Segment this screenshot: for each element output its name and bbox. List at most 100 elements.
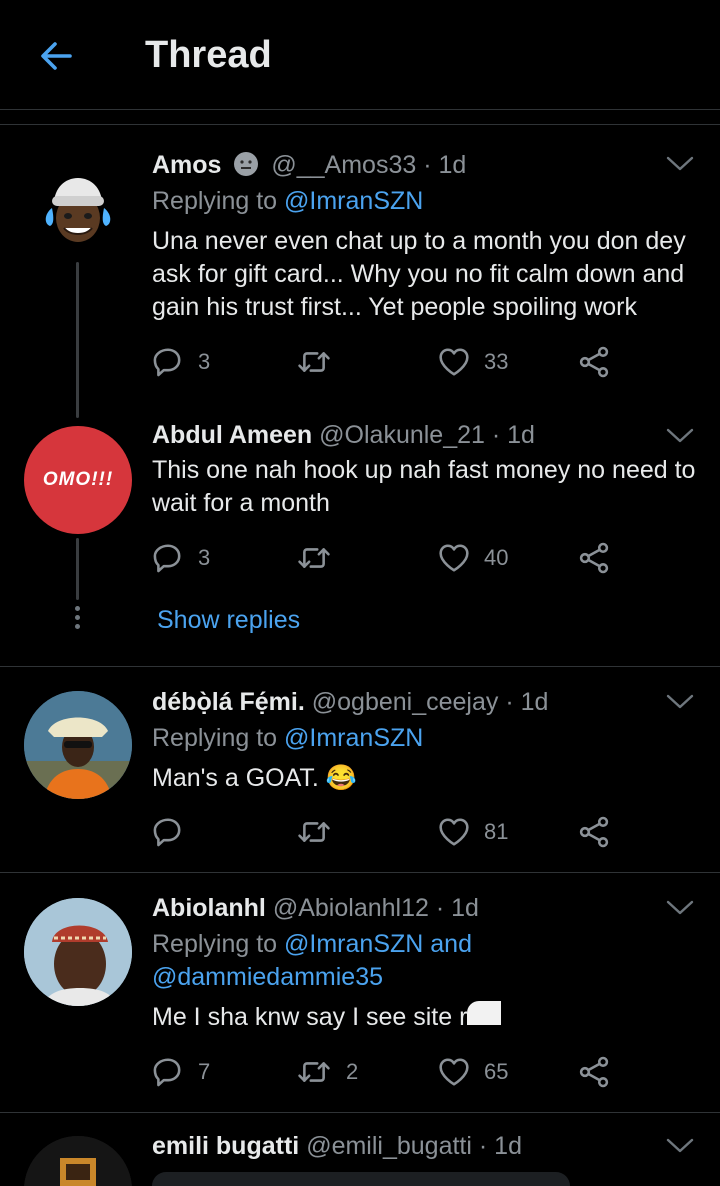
heart-icon [439, 544, 469, 572]
retweet-icon [298, 822, 330, 842]
replying-to: Replying to @ImranSZN [152, 185, 423, 218]
tweet-actions: 3 40 [152, 536, 632, 580]
like-count: 65 [484, 1059, 509, 1084]
retweet-icon [298, 548, 330, 568]
tweet-text: This one nah hook up nah fast money no n… [152, 456, 696, 517]
reply-button[interactable] [152, 810, 184, 854]
retweet-count: 2 [346, 1059, 359, 1084]
show-replies-link[interactable]: Show replies [157, 606, 300, 635]
replying-to-label: Replying to [152, 724, 278, 752]
display-name[interactable]: débọ̀lá Fẹ́mi. [152, 688, 305, 716]
avatar[interactable] [24, 691, 132, 799]
heart-icon [439, 818, 469, 846]
avatar[interactable] [24, 152, 132, 260]
arrow-left-icon [41, 42, 72, 70]
avatar-label: OMO!!! [42, 469, 114, 490]
chevron-down-icon[interactable] [664, 152, 696, 176]
mention-link[interactable]: @ImranSZN and [284, 930, 472, 958]
mention-link[interactable]: @ImranSZN [284, 187, 423, 215]
top-bar: Thread [0, 0, 720, 110]
redaction-block [467, 1001, 502, 1025]
share-icon [579, 816, 609, 848]
back-button[interactable] [34, 34, 78, 78]
tweet-text: Man's a GOAT. 😂 [152, 764, 357, 792]
reply-count: 3 [198, 545, 211, 570]
display-name[interactable]: Amos [152, 151, 221, 179]
retweet-button[interactable] [296, 340, 332, 384]
retweet-button[interactable] [296, 810, 332, 854]
retweet-icon [298, 352, 330, 372]
reply-count: 7 [198, 1059, 211, 1084]
tweet-actions: 3 33 [152, 340, 632, 384]
share-icon [579, 1056, 609, 1088]
replying-to: Replying to @ImranSZN and @dammiedammie3… [152, 928, 472, 994]
reply-button[interactable]: 3 [152, 536, 210, 580]
handle[interactable]: @emili_bugatti [306, 1132, 472, 1160]
display-name[interactable]: emili bugatti [152, 1132, 299, 1160]
tweet-media-preview[interactable] [152, 1172, 570, 1186]
tweet-actions: 7 2 65 [152, 1050, 632, 1094]
tweet-text: Una never even chat up to a month you do… [152, 227, 686, 321]
replying-to-label: Replying to [152, 930, 278, 958]
like-count: 40 [484, 545, 509, 570]
avatar[interactable]: OMO!!! [24, 426, 132, 534]
replying-to: Replying to @ImranSZN [152, 722, 423, 755]
divider [0, 124, 720, 125]
share-button[interactable] [578, 536, 610, 580]
heart-icon [439, 348, 469, 376]
avatar[interactable] [24, 1136, 132, 1186]
chevron-down-icon[interactable] [664, 690, 696, 714]
reply-icon [153, 348, 181, 377]
divider [0, 872, 720, 873]
timestamp: · 1d [435, 894, 479, 922]
tweet-text: Me I sha knw say I see site r [152, 1001, 702, 1034]
reply-icon [153, 544, 181, 573]
like-button[interactable]: 40 [438, 536, 508, 580]
chevron-down-icon[interactable] [664, 424, 696, 448]
user-photo-avatar-icon [24, 691, 132, 799]
handle[interactable]: @__Amos33 [271, 151, 416, 179]
reply-count: 3 [198, 349, 211, 374]
replying-to-label: Replying to [152, 187, 278, 215]
share-button[interactable] [578, 340, 610, 384]
like-count: 33 [484, 349, 509, 374]
avatar[interactable] [24, 898, 132, 1006]
timestamp: · 1d [505, 688, 549, 716]
tweet-header: Abdul Ameen @Olakunle_21 · 1d [152, 421, 535, 450]
handle[interactable]: @ogbeni_ceejay [312, 688, 499, 716]
display-name[interactable]: Abiolanhl [152, 894, 266, 922]
reply-icon [153, 1058, 181, 1087]
like-button[interactable]: 65 [438, 1050, 508, 1094]
chevron-down-icon[interactable] [664, 1134, 696, 1158]
like-button[interactable]: 33 [438, 340, 508, 384]
like-button[interactable]: 81 [438, 810, 508, 854]
retweet-icon [298, 1062, 330, 1082]
handle[interactable]: @Abiolanhl12 [273, 894, 429, 922]
user-photo-avatar-icon [24, 898, 132, 1006]
thread-connector [76, 538, 79, 600]
display-name[interactable]: Abdul Ameen [152, 421, 312, 449]
divider [0, 1112, 720, 1113]
reply-button[interactable]: 7 [152, 1050, 210, 1094]
retweet-button[interactable] [296, 536, 332, 580]
share-button[interactable] [578, 1050, 610, 1094]
thread-connector [76, 262, 79, 418]
user-photo-avatar-icon [24, 1136, 132, 1186]
retweet-button[interactable]: 2 [296, 1050, 358, 1094]
timestamp: · 1d [491, 421, 535, 449]
tweet-header: emili bugatti @emili_bugatti · 1d [152, 1132, 522, 1161]
like-count: 81 [484, 819, 509, 844]
reply-button[interactable]: 3 [152, 340, 210, 384]
mention-link[interactable]: @ImranSZN [284, 724, 423, 752]
page-title: Thread [145, 34, 272, 76]
chevron-down-icon[interactable] [664, 896, 696, 920]
timestamp: · 1d [423, 151, 467, 179]
neutral-face-emoji-icon [234, 152, 259, 176]
mention-link[interactable]: @dammiedammie35 [152, 963, 383, 991]
more-replies-dots [73, 606, 81, 633]
share-button[interactable] [578, 810, 610, 854]
tweet-text-content: Me I sha knw say I see site r [152, 1003, 468, 1031]
timestamp: · 1d [478, 1132, 522, 1160]
share-icon [579, 542, 609, 574]
handle[interactable]: @Olakunle_21 [319, 421, 485, 449]
